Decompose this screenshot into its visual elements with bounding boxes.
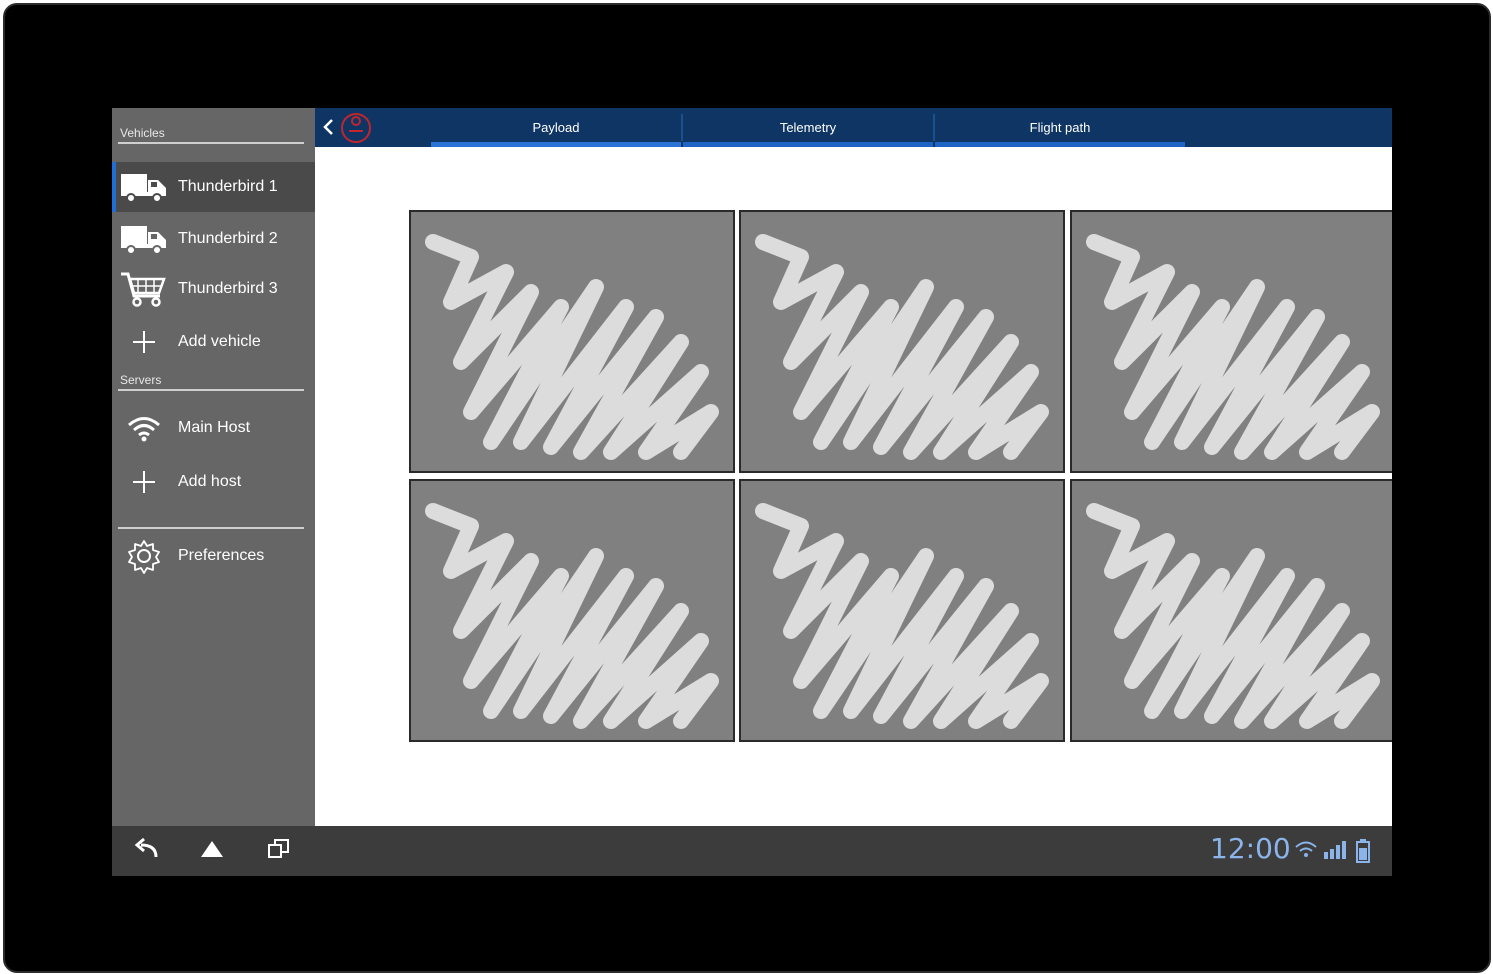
plus-icon <box>118 322 170 362</box>
tablet-frame: Vehicles Thunderbird 1 Thunderbird 2 Thu… <box>3 3 1491 973</box>
tab-payload[interactable]: Payload <box>431 108 681 147</box>
image-placeholder[interactable] <box>739 210 1065 473</box>
sidebar-item-label: Add vehicle <box>178 333 261 350</box>
preferences-button[interactable]: Preferences <box>112 531 315 581</box>
home-triangle-icon <box>199 838 225 865</box>
placeholder-scribble-icon <box>1086 234 1380 460</box>
sidebar-item-label: Preferences <box>178 547 265 564</box>
sidebar-item-main-host[interactable]: Main Host <box>112 403 315 453</box>
back-button[interactable] <box>321 112 377 144</box>
home-nav-button[interactable] <box>192 836 232 866</box>
sidebar-item-label: Thunderbird 2 <box>178 230 278 247</box>
sidebar: Vehicles Thunderbird 1 Thunderbird 2 Thu… <box>112 108 315 826</box>
tab-label: Payload <box>532 120 580 135</box>
cart-icon <box>118 269 170 309</box>
sidebar-item-thunderbird-3[interactable]: Thunderbird 3 <box>112 264 315 314</box>
image-placeholder[interactable] <box>409 210 735 473</box>
placeholder-scribble-icon <box>425 234 719 460</box>
battery-icon <box>1356 839 1370 868</box>
add-vehicle-button[interactable]: Add vehicle <box>112 317 315 367</box>
wifi-icon <box>118 408 170 448</box>
tab-label: Telemetry <box>779 120 837 135</box>
system-navigation-bar: 12:00 <box>112 826 1392 876</box>
sidebar-item-label: Add host <box>178 473 242 490</box>
image-placeholder[interactable] <box>1070 210 1392 473</box>
add-host-button[interactable]: Add host <box>112 457 315 507</box>
back-arrow-icon <box>131 837 161 866</box>
placeholder-scribble-icon <box>755 234 1049 460</box>
back-nav-button[interactable] <box>126 836 166 866</box>
app-topbar: Payload Telemetry Flight path <box>315 108 1392 147</box>
sidebar-item-label: Thunderbird 3 <box>178 280 278 297</box>
gear-icon <box>118 536 170 576</box>
cell-signal-icon <box>1323 839 1347 866</box>
tab-flight-path[interactable]: Flight path <box>935 108 1185 147</box>
recent-apps-icon <box>266 836 292 867</box>
app-logo-icon <box>339 110 373 149</box>
tab-telemetry[interactable]: Telemetry <box>683 108 933 147</box>
image-placeholder[interactable] <box>409 479 735 742</box>
chevron-left-icon <box>321 117 335 142</box>
vehicles-section-label: Vehicles <box>120 126 165 140</box>
tab-label: Flight path <box>1029 120 1091 135</box>
sidebar-item-thunderbird-1[interactable]: Thunderbird 1 <box>112 162 315 212</box>
recent-apps-button[interactable] <box>259 836 299 866</box>
sidebar-item-label: Main Host <box>178 419 251 436</box>
status-clock: 12:00 <box>1210 832 1291 865</box>
placeholder-scribble-icon <box>425 503 719 729</box>
plus-icon <box>118 462 170 502</box>
image-placeholder[interactable] <box>1070 479 1392 742</box>
truck-icon <box>118 167 170 207</box>
section-divider <box>118 527 304 529</box>
app-screen: Vehicles Thunderbird 1 Thunderbird 2 Thu… <box>112 108 1392 876</box>
section-divider <box>118 142 304 144</box>
placeholder-scribble-icon <box>1086 503 1380 729</box>
truck-icon <box>118 219 170 259</box>
section-divider <box>118 389 304 391</box>
sidebar-item-thunderbird-2[interactable]: Thunderbird 2 <box>112 214 315 264</box>
payload-content <box>315 147 1392 826</box>
servers-section-label: Servers <box>120 373 162 387</box>
placeholder-scribble-icon <box>755 503 1049 729</box>
sidebar-item-label: Thunderbird 1 <box>178 178 278 195</box>
wifi-signal-icon <box>1294 839 1318 866</box>
image-placeholder[interactable] <box>739 479 1065 742</box>
